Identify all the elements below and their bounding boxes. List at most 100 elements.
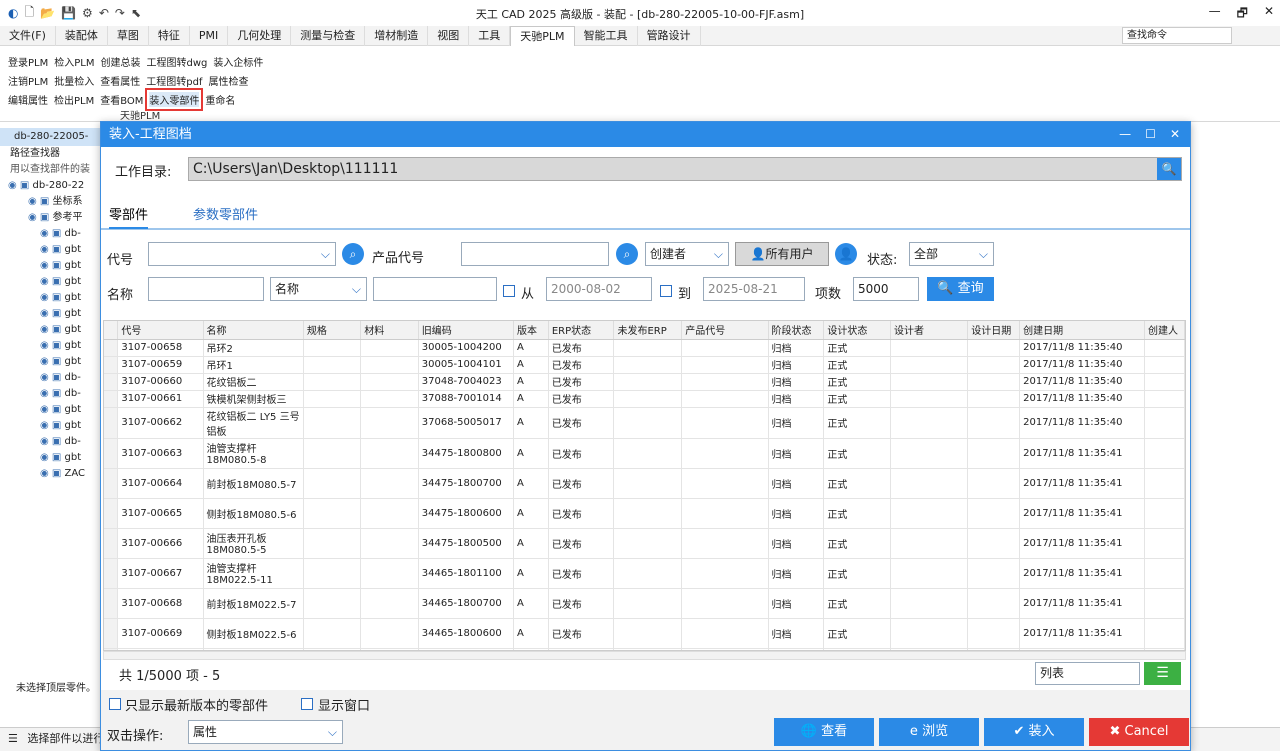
ribbon-load-part[interactable]: 装入零部件 — [145, 88, 204, 111]
table-row[interactable]: 3107-00660 花纹铝板二 37048-7004023 A 已发布 归档 正式 2017… — [104, 373, 1185, 391]
select-icon[interactable]: ⬉ — [131, 6, 141, 20]
table-row[interactable]: 3107-00669 侧封板18M022.5-6 34465-1800600 A 已发布… — [104, 618, 1185, 649]
minimize-icon[interactable]: — — [1209, 4, 1221, 25]
tree-item[interactable]: ◉ ▣ db- — [0, 226, 102, 242]
open-icon[interactable]: 📂 — [40, 6, 55, 20]
to-checkbox[interactable] — [660, 285, 672, 297]
state-select[interactable]: 全部 — [909, 242, 994, 266]
tree-item[interactable]: ◉ ▣ ZAC — [0, 466, 102, 482]
tree-item[interactable]: ◉ ▣ gbt — [0, 290, 102, 306]
tree-item[interactable]: ◉ ▣ gbt — [0, 322, 102, 338]
horizontal-scrollbar[interactable] — [103, 651, 1186, 660]
column-header[interactable]: 材料 — [360, 321, 419, 340]
column-header[interactable]: 版本 — [513, 321, 549, 340]
settings-icon[interactable]: ⚙ — [82, 6, 93, 20]
ribbon-create-assembly[interactable]: 创建总装 — [100, 54, 140, 69]
column-header[interactable]: 未发布ERP — [613, 321, 683, 340]
dblclick-select[interactable]: 属性 — [188, 720, 343, 744]
menu-additive[interactable]: 增材制造 — [365, 26, 429, 46]
user-pick-icon[interactable]: 👤 — [835, 243, 857, 265]
code-select[interactable] — [148, 242, 336, 266]
column-header[interactable]: 设计日期 — [967, 321, 1021, 340]
table-row[interactable]: 3107-00665 侧封板18M080.5-6 34475-1800600 A 已发布… — [104, 498, 1185, 529]
name-input[interactable] — [148, 277, 264, 301]
table-row[interactable]: 3107-00667 油管支撑杆 18M022.5-11 34465-1801100… — [104, 558, 1185, 589]
menu-geometry[interactable]: 几何处理 — [228, 26, 292, 46]
tree-item[interactable]: ◉ ▣ gbt — [0, 338, 102, 354]
code-search-icon[interactable]: ⌕ — [342, 243, 364, 265]
tree-item[interactable]: ◉ ▣ gbt — [0, 450, 102, 466]
product-search-icon[interactable]: ⌕ — [616, 243, 638, 265]
creator-select[interactable]: 创建者 — [645, 242, 729, 266]
all-users-button[interactable]: 👤所有用户 — [735, 242, 829, 266]
from-date-input[interactable]: 2000-08-02 — [546, 277, 652, 301]
column-header[interactable]: 旧编码 — [418, 321, 515, 340]
column-header[interactable]: 产品代号 — [681, 321, 769, 340]
table-row[interactable]: 3107-00664 前封板18M080.5-7 34475-1800700 A 已发布… — [104, 468, 1185, 499]
doc-tab[interactable]: db-280-22005- — [0, 128, 102, 146]
menu-view[interactable]: 视图 — [428, 26, 470, 46]
workdir-input[interactable]: C:\Users\Jan\Desktop\111111 — [188, 157, 1182, 181]
ribbon-rename[interactable]: 重命名 — [205, 92, 235, 107]
row-header[interactable] — [104, 588, 119, 619]
tree-item[interactable]: ◉ ▣ 参考平 — [0, 210, 102, 226]
menu-sketch[interactable]: 草图 — [108, 26, 149, 46]
product-code-input[interactable] — [461, 242, 609, 266]
ribbon-checkin[interactable]: 检入PLM — [54, 54, 94, 69]
new-file-icon[interactable]: 🗋 — [24, 3, 34, 24]
row-header[interactable] — [104, 339, 119, 357]
menu-plm[interactable]: 天驰PLM — [510, 26, 575, 46]
ribbon-batch-checkin[interactable]: 批量检入 — [54, 73, 94, 88]
ribbon-pdf[interactable]: 工程图转pdf — [146, 73, 202, 88]
ribbon-logout[interactable]: 注销PLM — [8, 73, 48, 88]
dialog-close-icon[interactable]: ✕ — [1170, 122, 1180, 147]
row-header[interactable] — [104, 558, 119, 589]
tree-item[interactable]: ◉ ▣ db- — [0, 434, 102, 450]
ribbon-checkout[interactable]: 检出PLM — [54, 92, 94, 107]
tab-param-parts[interactable]: 参数零部件 — [193, 204, 258, 223]
table-row[interactable]: 3107-00661 铁模机架侧封板三 37088-7001014 A 已发布 归档 正式 2… — [104, 390, 1185, 408]
ribbon-edit-props[interactable]: 编辑属性 — [8, 92, 48, 107]
ribbon-prop-check[interactable]: 属性检查 — [208, 73, 248, 88]
restore-icon[interactable]: 🗗 — [1237, 4, 1248, 25]
name-value-input[interactable] — [373, 277, 497, 301]
row-header[interactable] — [104, 356, 119, 374]
table-row[interactable]: 3107-00663 油管支撑杆 18M080.5-8 34475-1800800 A… — [104, 438, 1185, 469]
menu-piping[interactable]: 管路设计 — [638, 26, 701, 46]
ribbon-view-props[interactable]: 查看属性 — [100, 73, 140, 88]
row-header[interactable] — [104, 373, 119, 391]
column-header[interactable]: 设计状态 — [823, 321, 891, 340]
parts-table[interactable]: 代号 名称 规格 材料 旧编码 版本 ERP状态 未发布ERP 产品代号 阶段状态 设计状态 设计者设… — [103, 320, 1186, 651]
column-header[interactable]: ERP状态 — [548, 321, 615, 340]
column-header[interactable]: 代号 — [117, 321, 204, 340]
tree-item[interactable]: ◉ ▣ db- — [0, 370, 102, 386]
menu-icon[interactable]: ☰ — [8, 732, 18, 745]
menu-pmi[interactable]: PMI — [190, 26, 229, 46]
save-icon[interactable]: 💾 — [61, 6, 76, 20]
ribbon-login[interactable]: 登录PLM — [8, 54, 48, 69]
from-checkbox[interactable] — [503, 285, 515, 297]
table-row[interactable]: 3107-00668 前封板18M022.5-7 34465-1800700 A 已发布… — [104, 588, 1185, 619]
column-header[interactable]: 阶段状态 — [768, 321, 825, 340]
tree-item[interactable]: ◉ ▣ db-280-22 — [0, 178, 102, 194]
name-field-select[interactable]: 名称 — [270, 277, 367, 301]
cancel-button[interactable]: ✖ Cancel — [1089, 718, 1189, 746]
tree-item[interactable]: ◉ ▣ gbt — [0, 418, 102, 434]
view-menu-icon[interactable]: ☰ — [1144, 662, 1181, 685]
tree-item[interactable]: ◉ ▣ 坐标系 — [0, 194, 102, 210]
table-row[interactable]: 3107-00658 吊环2 30005-1004200 A 已发布 归档 正式 2017/1… — [104, 339, 1185, 357]
load-button[interactable]: ✔ 装入 — [984, 718, 1084, 746]
redo-icon[interactable]: ↷ — [115, 6, 125, 20]
latest-only-checkbox[interactable] — [109, 698, 121, 710]
undo-icon[interactable]: ↶ — [99, 6, 109, 20]
to-date-input[interactable]: 2025-08-21 — [703, 277, 805, 301]
menu-smart-tools[interactable]: 智能工具 — [575, 26, 638, 46]
tree-item[interactable]: ◉ ▣ gbt — [0, 354, 102, 370]
tree-item[interactable]: ◉ ▣ gbt — [0, 306, 102, 322]
tree-item[interactable]: ◉ ▣ gbt — [0, 242, 102, 258]
dialog-maximize-icon[interactable]: ☐ — [1145, 122, 1156, 147]
row-header[interactable] — [104, 407, 119, 439]
view-mode-select[interactable]: 列表 — [1035, 662, 1140, 685]
close-icon[interactable]: ✕ — [1264, 4, 1274, 25]
row-header[interactable] — [104, 468, 119, 499]
